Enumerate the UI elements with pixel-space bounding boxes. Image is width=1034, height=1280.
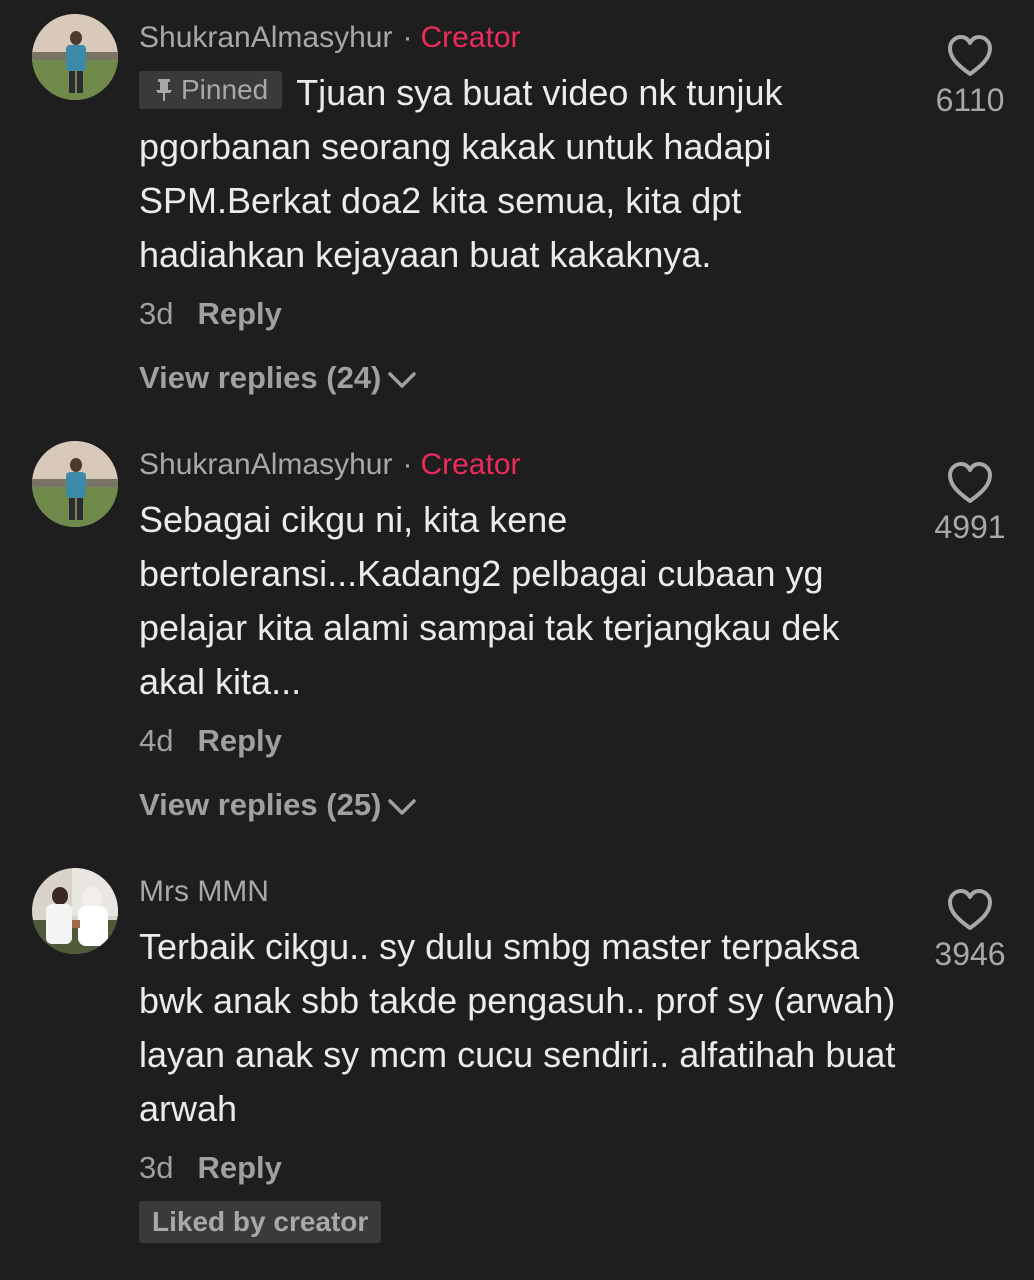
view-replies-label: View replies (24) bbox=[139, 360, 382, 395]
avatar-image bbox=[32, 868, 118, 954]
heart-outline-icon bbox=[948, 35, 992, 76]
chevron-down-icon bbox=[388, 799, 417, 815]
avatar-image bbox=[32, 14, 118, 100]
comment-meta: 3d Reply bbox=[139, 294, 282, 334]
username[interactable]: ShukranAlmasyhur bbox=[139, 21, 392, 54]
creator-badge: Creator bbox=[420, 21, 521, 54]
comment-time: 4d bbox=[139, 723, 174, 758]
comment-meta: 3d Reply bbox=[139, 1148, 282, 1188]
creator-badge: Creator bbox=[420, 448, 521, 481]
pin-icon bbox=[156, 79, 172, 101]
view-replies-label: View replies (25) bbox=[139, 787, 382, 822]
reply-button[interactable]: Reply bbox=[197, 1150, 281, 1185]
pinned-badge: Pinned bbox=[139, 71, 283, 109]
heart-outline-icon bbox=[948, 889, 992, 930]
avatar[interactable] bbox=[32, 14, 118, 100]
separator-dot: · bbox=[402, 21, 413, 54]
pinned-label: Pinned bbox=[181, 74, 269, 105]
view-replies-button[interactable]: View replies (24) bbox=[139, 358, 417, 398]
comment-header: Mrs MMN bbox=[139, 872, 269, 912]
like-button[interactable]: 4991 bbox=[920, 461, 1020, 547]
comment-text: Sebagai cikgu ni, kita kene bertoleransi… bbox=[139, 499, 840, 702]
comments-list: ShukranAlmasyhur · Creator Pinned Tjuan sya… bbox=[0, 0, 1034, 1280]
comment-header: ShukranAlmasyhur · Creator bbox=[139, 18, 521, 58]
comment-body: Pinned Tjuan sya buat video nk tunjuk pgo… bbox=[139, 66, 909, 282]
username[interactable]: ShukranAlmasyhur bbox=[139, 448, 392, 481]
like-button[interactable]: 3946 bbox=[920, 888, 1020, 974]
like-count: 6110 bbox=[935, 82, 1005, 118]
like-button[interactable]: 6110 bbox=[920, 34, 1020, 120]
like-count: 3946 bbox=[934, 936, 1006, 972]
comment-meta: 4d Reply bbox=[139, 721, 282, 761]
comment-body: Sebagai cikgu ni, kita kene bertoleransi… bbox=[139, 493, 909, 709]
comment-body: Terbaik cikgu.. sy dulu smbg master terp… bbox=[139, 920, 909, 1136]
comment-time: 3d bbox=[139, 296, 174, 331]
comment-text: Terbaik cikgu.. sy dulu smbg master terp… bbox=[139, 926, 896, 1129]
avatar-image bbox=[32, 441, 118, 527]
avatar[interactable] bbox=[32, 868, 118, 954]
avatar[interactable] bbox=[32, 441, 118, 527]
like-count: 4991 bbox=[934, 509, 1006, 545]
view-replies-button[interactable]: View replies (25) bbox=[139, 785, 417, 825]
heart-outline-icon bbox=[948, 462, 992, 503]
separator-dot: · bbox=[402, 448, 413, 481]
chevron-down-icon bbox=[388, 372, 417, 388]
username[interactable]: Mrs MMN bbox=[139, 875, 269, 908]
reply-button[interactable]: Reply bbox=[197, 296, 281, 331]
liked-by-creator-badge: Liked by creator bbox=[139, 1201, 382, 1243]
comment-time: 3d bbox=[139, 1150, 174, 1185]
reply-button[interactable]: Reply bbox=[197, 723, 281, 758]
comment-header: ShukranAlmasyhur · Creator bbox=[139, 445, 521, 485]
